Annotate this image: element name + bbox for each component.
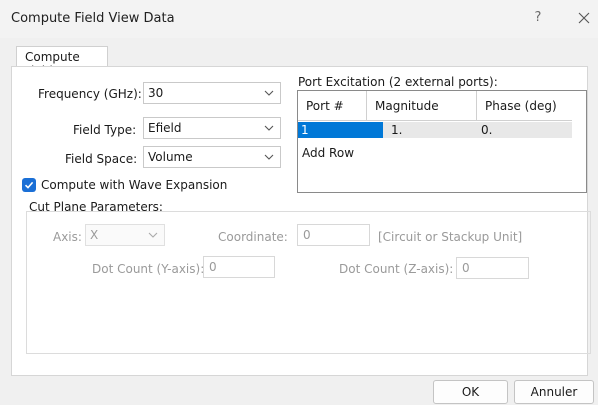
window-title: Compute Field View Data — [11, 11, 175, 26]
ok-button[interactable]: OK — [433, 380, 508, 404]
tab-compute-field[interactable]: Compute Field — [16, 46, 108, 78]
table-cell-magnitude[interactable]: 1. — [383, 122, 478, 138]
wave-expansion-label[interactable]: Compute with Wave Expansion — [41, 178, 227, 192]
dot-count-y-value: 0 — [209, 260, 217, 274]
field-type-select[interactable]: Efield — [143, 117, 281, 139]
unit-note: [Circuit or Stackup Unit] — [378, 230, 523, 244]
wave-expansion-checkbox[interactable] — [22, 178, 36, 192]
chevron-down-icon — [264, 125, 274, 131]
coordinate-label: Coordinate: — [218, 230, 288, 244]
field-space-value: Volume — [148, 150, 193, 164]
column-header-phase[interactable]: Phase (deg) — [477, 91, 572, 121]
field-space-label: Field Space: — [65, 152, 138, 166]
dot-count-z-input[interactable]: 0 — [456, 257, 529, 279]
axis-select[interactable]: X — [85, 224, 165, 246]
frequency-select[interactable]: 30 — [143, 82, 281, 104]
dot-count-y-input[interactable]: 0 — [203, 256, 275, 278]
chevron-down-icon — [264, 90, 274, 96]
dot-count-z-value: 0 — [462, 261, 470, 275]
field-type-value: Efield — [148, 121, 182, 135]
help-button[interactable]: ? — [528, 8, 548, 28]
table-cell-port[interactable]: 1 — [298, 122, 383, 138]
coordinate-input[interactable]: 0 — [297, 224, 370, 246]
chevron-down-icon — [148, 232, 158, 238]
grid-header: Port # Magnitude Phase (deg) — [298, 91, 572, 121]
dot-count-y-label: Dot Count (Y-axis): — [92, 262, 205, 276]
table-cell-phase[interactable]: 0. — [478, 122, 572, 138]
column-header-magnitude[interactable]: Magnitude — [367, 91, 477, 121]
coordinate-value: 0 — [303, 228, 311, 242]
frequency-value: 30 — [148, 86, 164, 100]
port-excitation-title: Port Excitation (2 external ports): — [298, 75, 498, 89]
add-row-link[interactable]: Add Row — [302, 146, 354, 160]
close-icon[interactable] — [574, 8, 594, 28]
dialog-window: Compute Field View Data ? Compute Field … — [0, 0, 598, 405]
axis-value: X — [90, 228, 99, 242]
frequency-label: Frequency (GHz): — [38, 87, 142, 101]
checkmark-icon — [24, 181, 34, 189]
chevron-down-icon — [264, 154, 274, 160]
port-excitation-grid: Port # Magnitude Phase (deg) 1 1. 0. Add… — [297, 90, 587, 193]
cancel-button[interactable]: Annuler — [514, 380, 594, 404]
field-type-label: Field Type: — [73, 123, 137, 137]
title-bar: Compute Field View Data ? — [0, 0, 598, 38]
axis-label: Axis: — [53, 230, 82, 244]
dot-count-z-label: Dot Count (Z-axis): — [339, 262, 454, 276]
column-header-port[interactable]: Port # — [298, 91, 367, 121]
field-space-select[interactable]: Volume — [143, 146, 281, 168]
